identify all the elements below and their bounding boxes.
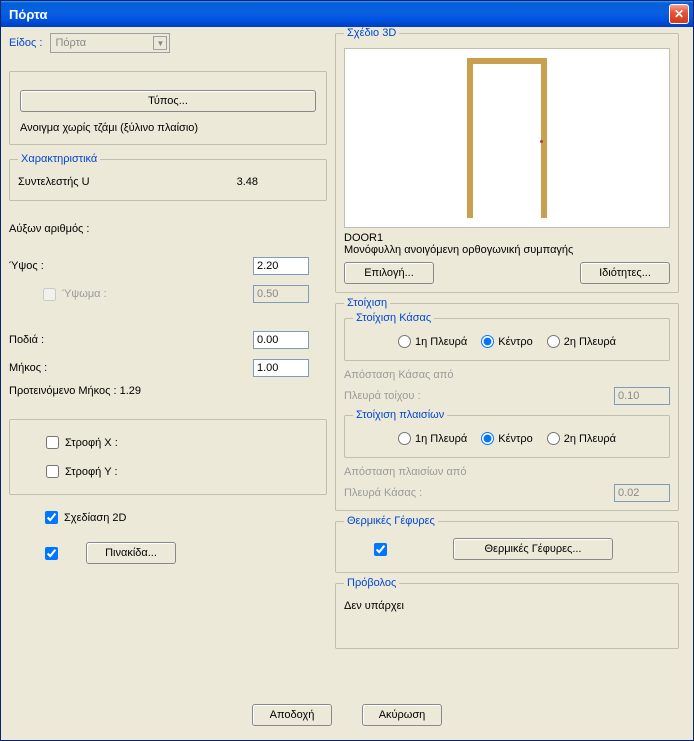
panel-side2-option[interactable]: 2η Πλευρά — [547, 432, 616, 445]
panel-side-label: Πλευρά Κάσας : — [344, 487, 422, 499]
frame-dist-input — [614, 387, 670, 405]
panel-dist-label: Απόσταση πλαισίων από — [344, 466, 670, 478]
titlebar: Πόρτα ✕ — [1, 1, 693, 27]
door-icon — [467, 58, 547, 218]
select-button[interactable]: Επιλογή... — [344, 262, 434, 284]
type-button[interactable]: Τύπος... — [20, 90, 316, 112]
chevron-down-icon: ▼ — [153, 36, 167, 50]
sill-input[interactable] — [253, 331, 309, 349]
wall-side-label: Πλευρά τοίχου : — [344, 390, 421, 402]
rise-label: Ύψωμα : — [62, 288, 107, 300]
suggested-length: Προτεινόμενο Μήκος : 1.29 — [9, 385, 327, 397]
u-coef-label: Συντελεστής U — [18, 176, 90, 188]
door-code: DOOR1 — [344, 232, 670, 244]
frame-align-legend: Στοίχιση Κάσας — [353, 312, 434, 324]
type-description: Ανοιγμα χωρίς τζάμι (ξύλινο πλαίσιο) — [20, 122, 316, 134]
thermal-legend: Θερμικές Γέφυρες — [344, 515, 438, 527]
plate-button[interactable]: Πινακίδα... — [86, 542, 176, 564]
rotx-label: Στροφή Χ : — [65, 437, 118, 449]
door-preview — [344, 48, 670, 228]
frame-side2-option[interactable]: 2η Πλευρά — [547, 335, 616, 348]
door-desc: Μονόφυλλη ανοιγόμενη ορθογωνική συμπαγής — [344, 244, 670, 256]
panel-center-option[interactable]: Κέντρο — [481, 432, 532, 445]
rotx-checkbox[interactable] — [46, 436, 59, 449]
kind-combo: Πόρτα ▼ — [50, 33, 170, 53]
rise-checkbox — [43, 288, 56, 301]
kind-value: Πόρτα — [55, 37, 86, 49]
overhang-legend: Πρόβολος — [344, 577, 399, 589]
thermal-checkbox[interactable] — [374, 543, 387, 556]
length-label: Μήκος : — [9, 362, 47, 374]
draw2d-checkbox[interactable] — [45, 511, 58, 524]
chars-legend: Χαρακτηριστικά — [18, 153, 100, 165]
panel-side1-option[interactable]: 1η Πλευρά — [398, 432, 467, 445]
align-legend: Στοίχιση — [344, 297, 390, 309]
kind-label: Είδος : — [9, 37, 42, 49]
frame-dist-label: Απόσταση Κάσας από — [344, 369, 670, 381]
panel-dist-input — [614, 484, 670, 502]
close-icon[interactable]: ✕ — [669, 4, 689, 24]
overhang-text: Δεν υπάρχει — [344, 596, 670, 612]
window-title: Πόρτα — [9, 7, 47, 22]
dialog-window: Πόρτα ✕ Είδος : Πόρτα ▼ Τύπος... Ανοιγμα… — [0, 0, 694, 741]
seq-label: Αύξων αριθμός : — [9, 223, 327, 235]
sill-label: Ποδιά : — [9, 334, 44, 346]
plate-checkbox[interactable] — [45, 547, 58, 560]
thermal-button[interactable]: Θερμικές Γέφυρες... — [453, 538, 613, 560]
height-input[interactable] — [253, 257, 309, 275]
length-input[interactable] — [253, 359, 309, 377]
preview-legend: Σχέδιο 3D — [344, 27, 399, 39]
frame-side1-option[interactable]: 1η Πλευρά — [398, 335, 467, 348]
roty-label: Στροφή Y : — [65, 466, 118, 478]
frame-center-option[interactable]: Κέντρο — [481, 335, 532, 348]
panel-align-legend: Στοίχιση πλαισίων — [353, 409, 447, 421]
rise-input — [253, 285, 309, 303]
draw2d-label: Σχεδίαση 2D — [64, 512, 126, 524]
properties-button[interactable]: Ιδιότητες... — [580, 262, 670, 284]
height-label: Ύψος : — [9, 260, 44, 272]
roty-checkbox[interactable] — [46, 465, 59, 478]
cancel-button[interactable]: Ακύρωση — [362, 704, 442, 726]
ok-button[interactable]: Αποδοχή — [252, 704, 332, 726]
u-coef-value: 3.48 — [237, 176, 258, 188]
